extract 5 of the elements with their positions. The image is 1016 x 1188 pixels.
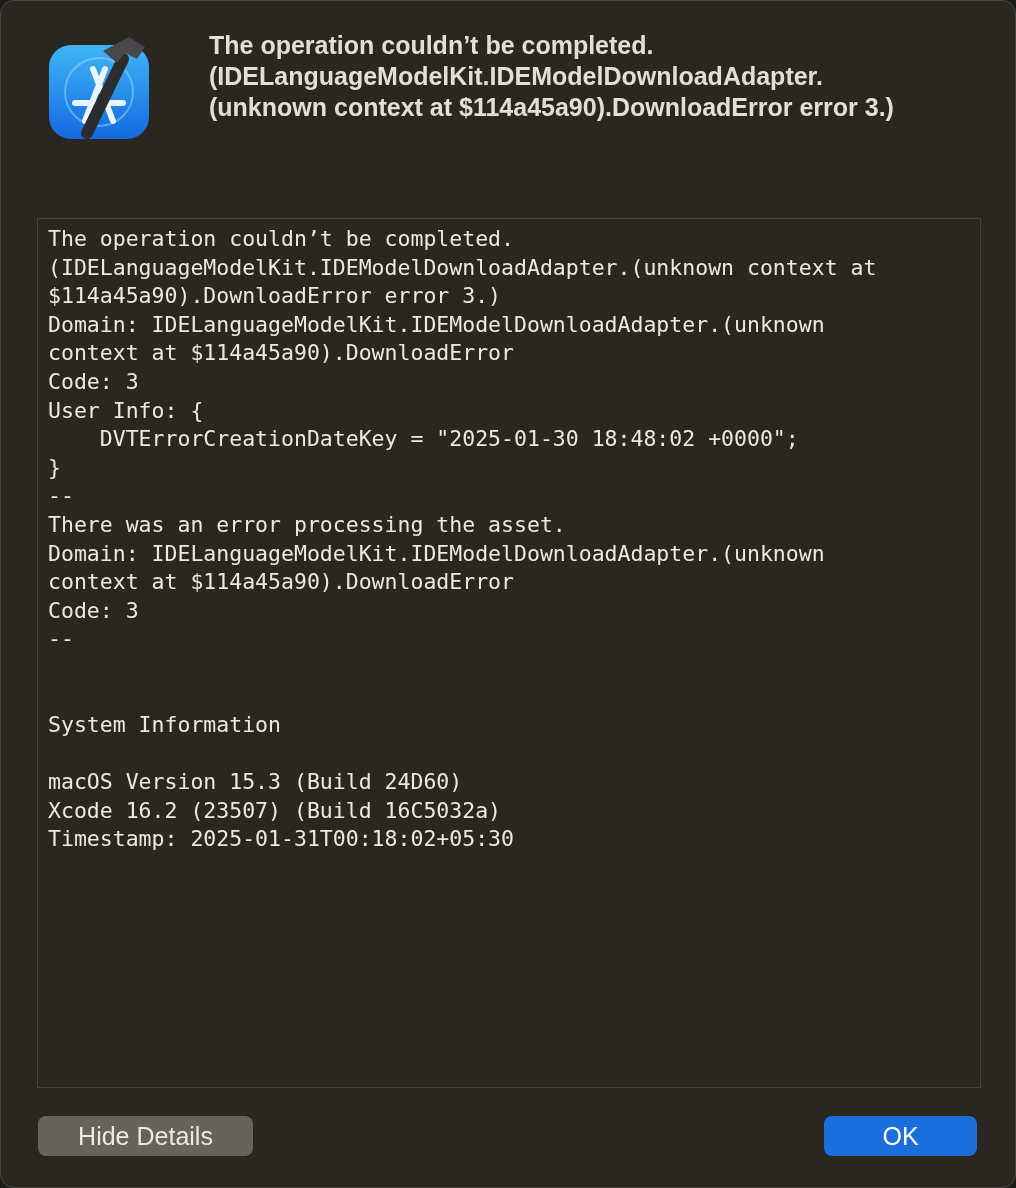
dialog-button[interactable]: OK [824,1116,977,1156]
alert-message: The operation couldn’t be completed. (IDELanguageModelKit.IDEModelDownloadAdapter.(unknown context at $114a45a90).DownloadError error 3.) [209,30,895,123]
error-details-text: The operation couldn’t be completed. (IDELanguageModelKit.IDEModelDownloadAdapter.(unknown context at $114a45a90).DownloadError error 3.) Domain: IDELanguageModelKit.IDEModelDownloadAdapter.(unknown context at $114a45a90).DownloadError Code: 3 User Info: { DVTErrorCreationDateKey = "2025-01-30 18:48:02 +0000"; } -- There was an error processing the asset. Domain: IDELanguageModelKit.IDEModelDownloadAdapter.(unknown context at $114a45a90).DownloadError Code: 3 -- System Information macOS Version 15.3 (Build 24D60) Xcode 16.2 (23507) (Build 16C5032a) Timestamp: 2025-01-31T00:18:02+05:30 [48,225,878,854]
dialog-button[interactable]: Hide Details [38,1116,253,1156]
details-text-area[interactable] [37,218,981,1088]
